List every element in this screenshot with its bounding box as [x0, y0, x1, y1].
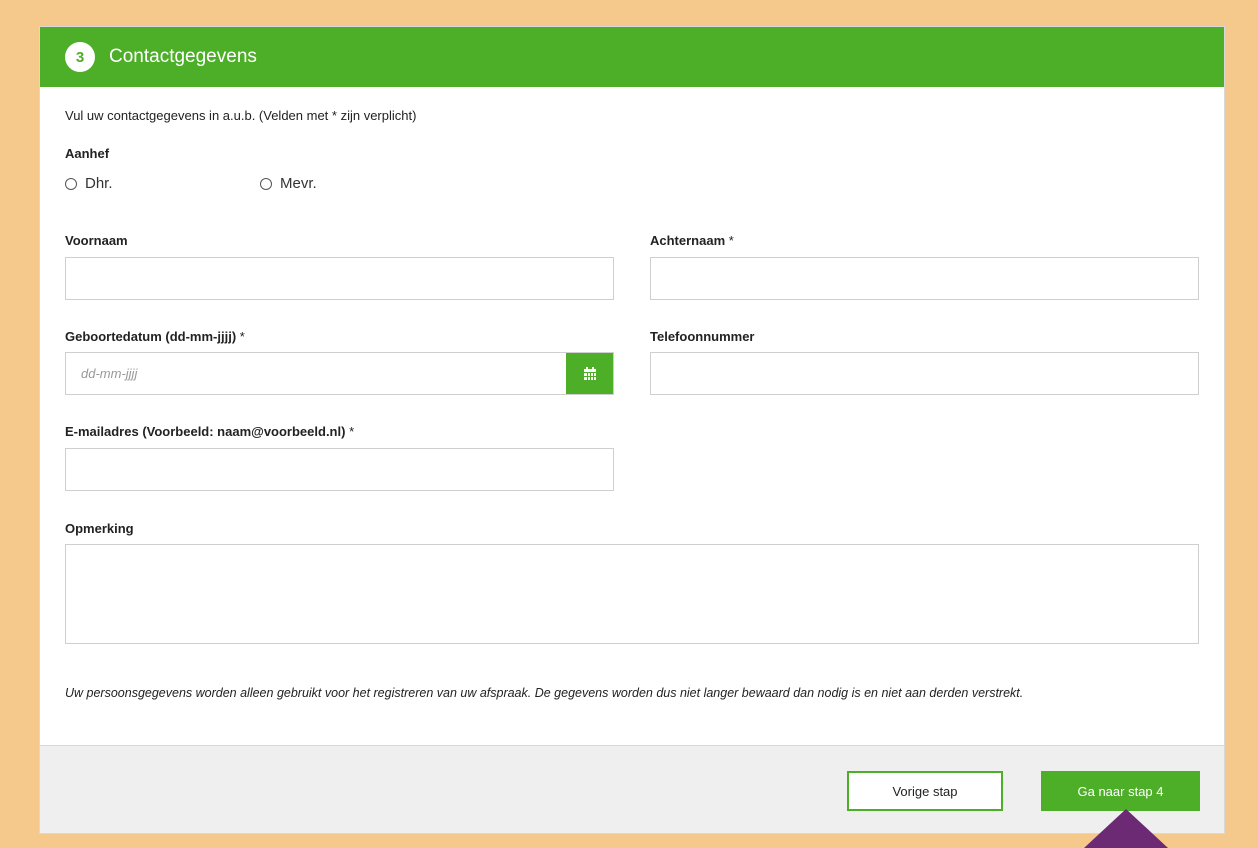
calendar-button[interactable] — [566, 353, 613, 394]
card-title: Contactgegevens — [109, 46, 257, 67]
email-label: E-mailadres (Voorbeeld: naam@voorbeeld.n… — [65, 424, 354, 439]
required-marker: * — [728, 233, 734, 248]
remark-label: Opmerking — [65, 521, 134, 536]
last-name-label-text: Achternaam — [650, 233, 726, 248]
birthdate-label-text: Geboortedatum (dd-mm-jjjj) — [65, 329, 237, 344]
last-name-label: Achternaam * — [650, 233, 734, 248]
privacy-notice: Uw persoonsgegevens worden alleen gebrui… — [65, 686, 1024, 700]
step-number-badge: 3 — [65, 42, 95, 72]
birthdate-placeholder: dd-mm-jjjj — [81, 366, 138, 381]
email-label-text: E-mailadres (Voorbeeld: naam@voorbeeld.n… — [65, 424, 346, 439]
birthdate-label: Geboortedatum (dd-mm-jjjj) * — [65, 329, 245, 344]
card-header: 3 Contactgegevens — [40, 27, 1224, 87]
salutation-radio-group: Dhr. Mevr. — [65, 175, 317, 192]
radio-circle-icon[interactable] — [65, 177, 77, 190]
phone-label-text: Telefoonnummer — [650, 329, 755, 344]
salutation-label: Aanhef — [65, 146, 110, 161]
phone-label: Telefoonnummer — [650, 329, 755, 344]
radio-label-mevr: Mevr. — [280, 175, 317, 192]
form-footer: Vorige stap Ga naar stap 4 — [40, 745, 1224, 833]
radio-circle-icon[interactable] — [260, 177, 272, 190]
remark-textarea[interactable] — [65, 544, 1199, 644]
last-name-input[interactable] — [650, 257, 1199, 300]
email-input[interactable] — [65, 448, 614, 491]
calendar-icon — [583, 366, 596, 380]
birthdate-input[interactable]: dd-mm-jjjj — [65, 352, 614, 395]
first-name-label-text: Voornaam — [65, 233, 128, 248]
required-marker: * — [349, 424, 355, 439]
remark-label-text: Opmerking — [65, 521, 134, 536]
next-step-button[interactable]: Ga naar stap 4 — [1041, 771, 1200, 811]
radio-option-dhr[interactable]: Dhr. — [65, 175, 113, 192]
radio-option-mevr[interactable]: Mevr. — [260, 175, 317, 192]
form-intro-text: Vul uw contactgegevens in a.u.b. (Velden… — [65, 108, 417, 123]
previous-step-button[interactable]: Vorige stap — [847, 771, 1003, 811]
first-name-input[interactable] — [65, 257, 614, 300]
pointer-arrow-icon — [1084, 809, 1168, 848]
contact-form-card: 3 Contactgegevens Vul uw contactgegevens… — [39, 26, 1225, 834]
first-name-label: Voornaam — [65, 233, 128, 248]
required-marker: * — [239, 329, 245, 344]
phone-input[interactable] — [650, 352, 1199, 395]
radio-label-dhr: Dhr. — [85, 175, 113, 192]
